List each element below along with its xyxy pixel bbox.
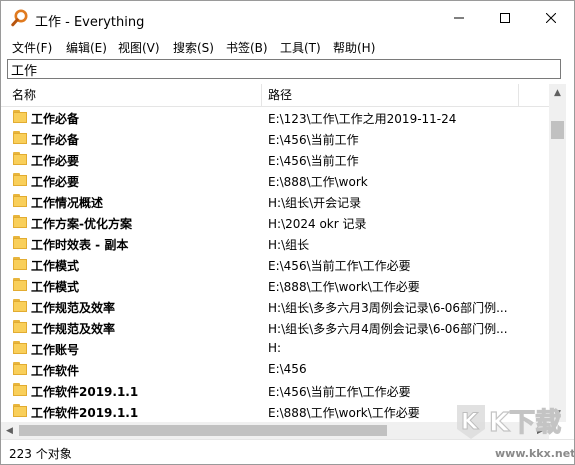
list-item[interactable]: 工作账号 H:: [1, 338, 549, 359]
item-path: H:\组长\多多六月4周例会记录\6-06部门例...: [268, 322, 508, 336]
horizontal-scroll-thumb[interactable]: [19, 425, 387, 436]
close-button[interactable]: [528, 1, 574, 35]
folder-icon: [13, 236, 27, 249]
folder-icon: [13, 194, 27, 207]
list-item[interactable]: 工作软件2019.1.1 E:\456\当前工作\工作必要: [1, 380, 549, 401]
item-path: E:\456\当前工作\工作必要: [268, 385, 411, 399]
item-name: 工作必要: [31, 175, 80, 189]
item-path: E:\888\工作\work: [268, 175, 368, 189]
list-item[interactable]: 工作必备 E:\123\工作\工作之用2019-11-24: [1, 107, 549, 128]
minimize-icon: [454, 17, 464, 19]
item-name: 工作软件: [31, 364, 80, 378]
menu-search[interactable]: 搜索(S): [173, 39, 214, 56]
item-name: 工作规范及效率: [31, 301, 116, 315]
list-item[interactable]: 工作软件 E:\456: [1, 359, 549, 380]
menu-help[interactable]: 帮助(H): [333, 39, 375, 56]
close-icon: [546, 13, 556, 23]
list-item[interactable]: 工作规范及效率 H:\组长\多多六月4周例会记录\6-06部门例...: [1, 317, 549, 338]
folder-icon: [13, 341, 27, 354]
item-path: E:\456\当前工作: [268, 154, 359, 168]
folder-icon: [13, 257, 27, 270]
item-path: H:\组长\开会记录: [268, 196, 362, 210]
item-name: 工作账号: [31, 343, 80, 357]
menu-bookmarks[interactable]: 书签(B): [226, 39, 268, 56]
item-path: H:: [268, 341, 282, 355]
folder-icon: [13, 362, 27, 375]
item-name: 工作模式: [31, 259, 80, 273]
list-item[interactable]: 工作规范及效率 H:\组长\多多六月3周例会记录\6-06部门例...: [1, 296, 549, 317]
list-item[interactable]: 工作时效表 - 副本 H:\组长: [1, 233, 549, 254]
folder-icon: [13, 173, 27, 186]
svg-text:K下载: K下载: [489, 408, 561, 438]
folder-icon: [13, 299, 27, 312]
folder-icon: [13, 152, 27, 165]
menu-tools[interactable]: 工具(T): [280, 39, 321, 56]
title-bar[interactable]: 工作 - Everything: [1, 1, 574, 35]
list-item[interactable]: 工作必要 E:\888\工作\work: [1, 170, 549, 191]
watermark: K K下载 www.kkx.net: [451, 399, 574, 463]
menu-view[interactable]: 视图(V): [118, 39, 160, 56]
column-header-name[interactable]: 名称: [6, 84, 262, 106]
list-item[interactable]: 工作方案-优化方案 H:\2024 okr 记录: [1, 212, 549, 233]
item-name: 工作时效表 - 副本: [31, 238, 129, 252]
item-name: 工作软件2019.1.1: [31, 385, 139, 399]
folder-icon: [13, 404, 27, 417]
search-input[interactable]: [7, 59, 561, 79]
item-path: E:\123\工作\工作之用2019-11-24: [268, 112, 457, 126]
folder-icon: [13, 383, 27, 396]
minimize-button[interactable]: [436, 1, 482, 35]
vertical-scrollbar[interactable]: ▲ ▼: [549, 84, 566, 422]
object-count: 223 个对象: [9, 447, 72, 461]
item-path: H:\组长\多多六月3周例会记录\6-06部门例...: [268, 301, 508, 315]
watermark-url: www.kkx.net: [495, 447, 575, 460]
folder-icon: [13, 278, 27, 291]
list-item[interactable]: 工作情况概述 H:\组长\开会记录: [1, 191, 549, 212]
item-name: 工作必要: [31, 154, 80, 168]
item-path: H:\2024 okr 记录: [268, 217, 367, 231]
item-name: 工作规范及效率: [31, 322, 116, 336]
everything-window: 工作 - Everything 文件(F) 编辑(E) 视图(V) 搜索(S) …: [0, 0, 575, 465]
magnifier-icon: [11, 9, 29, 27]
item-name: 工作模式: [31, 280, 80, 294]
menu-bar: 文件(F) 编辑(E) 视图(V) 搜索(S) 书签(B) 工具(T) 帮助(H…: [1, 36, 574, 58]
folder-icon: [13, 131, 27, 144]
maximize-button[interactable]: [482, 1, 528, 35]
folder-icon: [13, 110, 27, 123]
watermark-logo: K K下载: [457, 405, 562, 439]
item-name: 工作必备: [31, 133, 80, 147]
results-list: 工作必备 E:\123\工作\工作之用2019-11-24 工作必备 E:\45…: [1, 107, 549, 422]
menu-edit[interactable]: 编辑(E): [66, 39, 107, 56]
scroll-up-icon[interactable]: ▲: [549, 84, 566, 101]
list-item[interactable]: 工作必要 E:\456\当前工作: [1, 149, 549, 170]
svg-text:K: K: [461, 410, 479, 435]
item-name: 工作软件2019.1.1: [31, 406, 139, 420]
maximize-icon: [500, 13, 510, 23]
item-path: E:\888\工作\work\工作必要: [268, 280, 420, 294]
menu-file[interactable]: 文件(F): [12, 39, 52, 56]
item-path: H:\组长: [268, 238, 310, 252]
scroll-left-icon[interactable]: ◀: [1, 422, 18, 439]
vertical-scroll-thumb[interactable]: [551, 121, 564, 139]
list-item[interactable]: 工作模式 E:\456\当前工作\工作必要: [1, 254, 549, 275]
item-path: E:\456\当前工作: [268, 133, 359, 147]
window-title: 工作 - Everything: [35, 15, 145, 30]
list-item[interactable]: 工作模式 E:\888\工作\work\工作必要: [1, 275, 549, 296]
item-path: E:\456: [268, 362, 307, 376]
folder-icon: [13, 320, 27, 333]
column-header-path[interactable]: 路径: [262, 84, 519, 106]
folder-icon: [13, 215, 27, 228]
item-name: 工作情况概述: [31, 196, 104, 210]
column-header-empty: [519, 84, 549, 106]
list-item[interactable]: 工作必备 E:\456\当前工作: [1, 128, 549, 149]
item-name: 工作方案-优化方案: [31, 217, 132, 231]
item-name: 工作必备: [31, 112, 80, 126]
item-path: E:\456\当前工作\工作必要: [268, 259, 411, 273]
column-header-row: 名称 路径: [1, 84, 549, 107]
